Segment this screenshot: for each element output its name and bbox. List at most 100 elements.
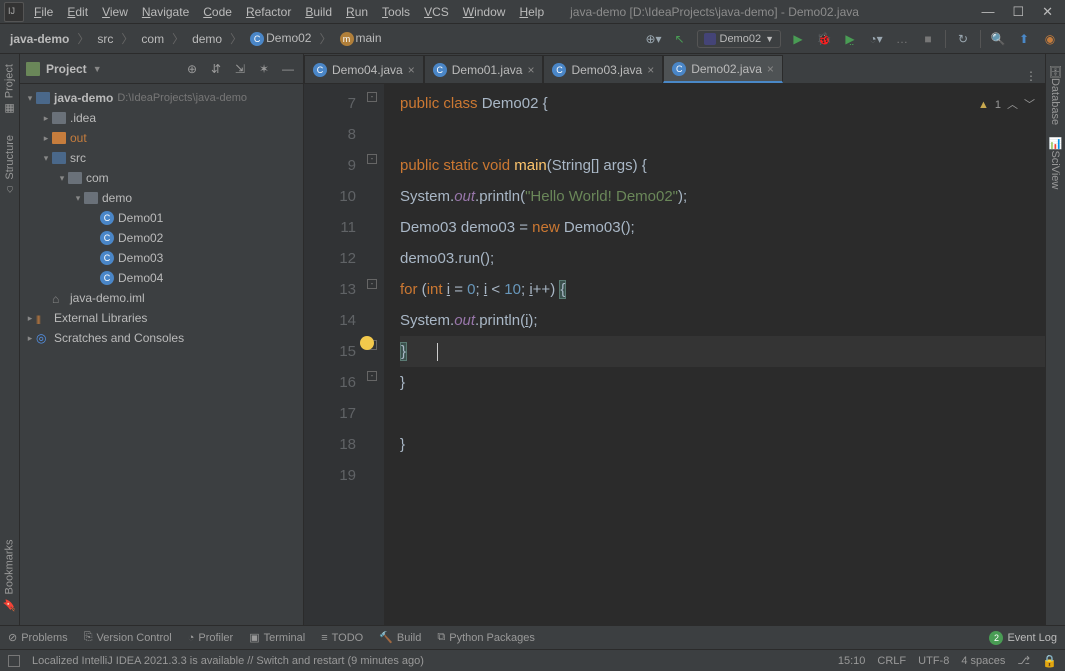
tree-com[interactable]: ▾ com xyxy=(20,168,303,188)
code-line[interactable]: public class Demo02 { xyxy=(400,88,1045,119)
tree-iml[interactable]: ⌂ java-demo.iml xyxy=(20,288,303,308)
bottom-tab-version-control[interactable]: ⎘Version Control xyxy=(84,631,172,644)
coverage-button[interactable]: ▶̤ xyxy=(841,30,859,48)
tree-file[interactable]: CDemo02 xyxy=(20,228,303,248)
bottom-tab-todo[interactable]: ≡TODO xyxy=(321,632,363,644)
bottom-tab-terminal[interactable]: ▣Terminal xyxy=(249,631,305,644)
bottom-tab-profiler[interactable]: ◔Profiler xyxy=(188,632,234,644)
tab-project[interactable]: ▦Project xyxy=(1,58,18,121)
event-log-button[interactable]: 2 Event Log xyxy=(989,631,1057,645)
code-line[interactable]: Demo03 demo03 = new Demo03(); xyxy=(400,212,1045,243)
code-line[interactable] xyxy=(400,398,1045,429)
add-config-icon[interactable]: ⊕▾ xyxy=(645,30,663,48)
readonly-lock-icon[interactable]: 🔒 xyxy=(1042,654,1057,668)
close-tab-icon[interactable]: × xyxy=(767,62,774,76)
line-number[interactable]: 15 xyxy=(304,336,356,367)
select-opened-icon[interactable]: ⊕ xyxy=(183,62,201,76)
indent[interactable]: 4 spaces xyxy=(961,655,1005,667)
tab-bookmarks[interactable]: 🔖Bookmarks xyxy=(1,533,18,617)
menu-refactor[interactable]: Refactor xyxy=(240,2,297,22)
attach-button[interactable]: … xyxy=(893,30,911,48)
code-line[interactable]: System.out.println("Hello World! Demo02"… xyxy=(400,181,1045,212)
encoding[interactable]: UTF-8 xyxy=(918,655,949,667)
close-tab-icon[interactable]: × xyxy=(647,63,654,77)
code-line[interactable]: } xyxy=(400,336,1045,367)
code-area[interactable]: 78910111213141516171819 - - - - - ▲ 1 ︿ … xyxy=(304,84,1045,625)
menu-vcs[interactable]: VCS xyxy=(418,2,455,22)
line-separator[interactable]: CRLF xyxy=(877,655,906,667)
line-number[interactable]: 10 xyxy=(304,181,356,212)
menu-code[interactable]: Code xyxy=(197,2,238,22)
tree-file[interactable]: CDemo01 xyxy=(20,208,303,228)
debug-button[interactable]: 🐞 xyxy=(815,30,833,48)
tree-scratches[interactable]: ▸ ◎ Scratches and Consoles xyxy=(20,328,303,348)
fold-icon[interactable]: - xyxy=(367,371,377,381)
intention-bulb-icon[interactable] xyxy=(360,336,374,350)
status-box-icon[interactable] xyxy=(8,655,20,667)
breadcrumb-method[interactable]: mmain xyxy=(336,29,386,48)
tree-idea[interactable]: ▸ .idea xyxy=(20,108,303,128)
update-button[interactable]: ↻ xyxy=(954,30,972,48)
maximize-button[interactable]: ☐ xyxy=(1012,4,1024,20)
stop-button[interactable]: ■ xyxy=(919,30,937,48)
fold-icon[interactable]: - xyxy=(367,154,377,164)
tree-file[interactable]: CDemo03 xyxy=(20,248,303,268)
editor-tab[interactable]: CDemo02.java× xyxy=(663,55,783,83)
collapse-all-icon[interactable]: ⇲ xyxy=(231,62,249,76)
code-line[interactable] xyxy=(400,460,1045,491)
editor-tab[interactable]: CDemo01.java× xyxy=(424,55,544,83)
menu-run[interactable]: Run xyxy=(340,2,374,22)
tree-file[interactable]: CDemo04 xyxy=(20,268,303,288)
line-number[interactable]: 19 xyxy=(304,460,356,491)
line-number[interactable]: 18 xyxy=(304,429,356,460)
breadcrumb-seg[interactable]: demo xyxy=(188,30,226,48)
line-number[interactable]: 12 xyxy=(304,243,356,274)
editor-tab[interactable]: CDemo04.java× xyxy=(304,55,424,83)
menu-tools[interactable]: Tools xyxy=(376,2,416,22)
settings-icon[interactable]: ✶ xyxy=(255,62,273,76)
menu-navigate[interactable]: Navigate xyxy=(136,2,195,22)
breadcrumb-seg[interactable]: com xyxy=(137,30,168,48)
line-number[interactable]: 13 xyxy=(304,274,356,305)
tabs-menu-icon[interactable]: ⋮ xyxy=(1017,69,1045,83)
tree-external-libs[interactable]: ▸ External Libraries xyxy=(20,308,303,328)
search-button[interactable]: 🔍 xyxy=(989,30,1007,48)
menu-build[interactable]: Build xyxy=(299,2,338,22)
line-number[interactable]: 17 xyxy=(304,398,356,429)
close-button[interactable]: ✕ xyxy=(1042,4,1053,20)
close-tab-icon[interactable]: × xyxy=(408,63,415,77)
menu-window[interactable]: Window xyxy=(457,2,512,22)
tree-demo[interactable]: ▾ demo xyxy=(20,188,303,208)
bottom-tab-problems[interactable]: ⊘Problems xyxy=(8,631,68,644)
editor-tab[interactable]: CDemo03.java× xyxy=(543,55,663,83)
fold-icon[interactable]: - xyxy=(367,92,377,102)
chevron-down-icon[interactable]: ﹀ xyxy=(1024,90,1035,121)
tab-sciview[interactable]: 📊SciView xyxy=(1047,131,1064,195)
status-message[interactable]: Localized IntelliJ IDEA 2021.3.3 is avai… xyxy=(32,655,424,667)
code-content[interactable]: ▲ 1 ︿ ﹀ public class Demo02 { public sta… xyxy=(384,84,1045,625)
close-tab-icon[interactable]: × xyxy=(527,63,534,77)
chevron-up-icon[interactable]: ︿ xyxy=(1007,90,1018,121)
expand-all-icon[interactable]: ⇵ xyxy=(207,62,225,76)
run-config-select[interactable]: Demo02 ▼ xyxy=(697,30,782,48)
breadcrumb-seg[interactable]: java-demo xyxy=(6,30,73,48)
bottom-tab-build[interactable]: 🔨Build xyxy=(379,631,421,644)
tab-structure[interactable]: ⌂Structure xyxy=(2,129,18,202)
caret-position[interactable]: 15:10 xyxy=(838,655,866,667)
chevron-down-icon[interactable]: ▼ xyxy=(93,64,102,74)
inspection-widget[interactable]: ▲ 1 ︿ ﹀ xyxy=(978,90,1035,121)
code-line[interactable] xyxy=(400,119,1045,150)
code-line[interactable]: } xyxy=(400,429,1045,460)
branch-icon[interactable]: ⎇ xyxy=(1017,654,1030,667)
breadcrumb-class[interactable]: CDemo02 xyxy=(246,29,315,48)
back-icon[interactable]: ↖ xyxy=(671,30,689,48)
line-number[interactable]: 14 xyxy=(304,305,356,336)
sync-button[interactable]: ⬆ xyxy=(1015,30,1033,48)
profile-button[interactable]: ◔▾ xyxy=(867,30,885,48)
tree-src[interactable]: ▾ src xyxy=(20,148,303,168)
code-line[interactable]: System.out.println(i); xyxy=(400,305,1045,336)
menu-edit[interactable]: Edit xyxy=(61,2,94,22)
line-number[interactable]: 11 xyxy=(304,212,356,243)
line-number[interactable]: 9 xyxy=(304,150,356,181)
line-number[interactable]: 7 xyxy=(304,88,356,119)
